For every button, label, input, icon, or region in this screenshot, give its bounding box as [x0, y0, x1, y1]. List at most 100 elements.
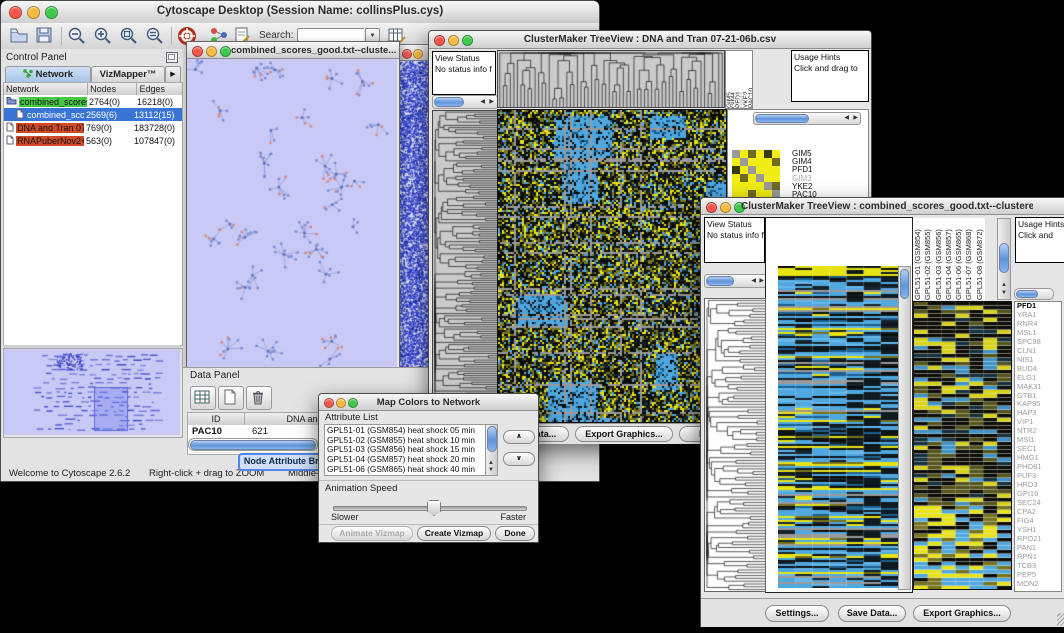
matrix-cell[interactable] — [756, 174, 764, 182]
matrix-cell[interactable] — [756, 158, 764, 166]
network-view-title-bar[interactable]: combined_scores_good.txt--cluste... — [187, 42, 399, 59]
matrix-cell[interactable] — [748, 182, 756, 190]
col-network[interactable]: Network — [4, 83, 88, 95]
open-file-icon[interactable] — [9, 26, 31, 46]
close-icon[interactable] — [192, 46, 203, 57]
tv2-global-heatmap[interactable] — [778, 266, 898, 588]
zoom-out-icon[interactable] — [67, 26, 89, 46]
network-overview-canvas[interactable] — [4, 349, 180, 435]
dense-network-canvas[interactable] — [399, 61, 430, 371]
matrix-cell[interactable] — [740, 166, 748, 174]
scroll-left-icon[interactable]: ◀ — [751, 278, 756, 284]
tv1-heatmap[interactable] — [497, 109, 727, 423]
data-panel-hscrollbar[interactable] — [188, 438, 318, 451]
matrix-cell[interactable] — [764, 182, 772, 190]
animate-vizmap-button[interactable]: Animate Vizmap — [331, 526, 413, 541]
network-row[interactable]: combined_scores2764(0)16218(0) — [4, 95, 182, 108]
matrix-cell[interactable] — [772, 158, 780, 166]
matrix-cell[interactable] — [772, 166, 780, 174]
export-graphics-button[interactable]: Export Graphics... — [913, 605, 1011, 622]
network-overview[interactable] — [3, 348, 183, 438]
save-icon[interactable] — [35, 26, 57, 46]
main-title-bar[interactable]: Cytoscape Desktop (Session Name: collins… — [1, 1, 599, 24]
scroll-left-icon[interactable]: ◀ — [480, 99, 485, 105]
matrix-cell[interactable] — [740, 150, 748, 158]
tv2-zoom-vscrollbar[interactable]: ▲ ▼ — [997, 218, 1011, 300]
zoom-window-icon[interactable] — [220, 46, 231, 57]
search-input[interactable] — [297, 28, 364, 42]
attribute-listbox[interactable]: GPL51-01 (GSM854) heat shock 05 minGPL51… — [324, 424, 498, 476]
matrix-cell[interactable] — [756, 150, 764, 158]
export-graphics-button[interactable]: Export Graphics... — [575, 426, 673, 442]
done-button[interactable]: Done — [495, 526, 535, 541]
close-icon[interactable] — [706, 202, 717, 213]
tv1-left-hscrollbar[interactable]: ◀ ▶ — [432, 95, 498, 109]
treeview1-title-bar[interactable]: ClusterMaker TreeView : DNA and Tran 07-… — [429, 31, 871, 49]
slider-thumb[interactable] — [427, 500, 441, 516]
float-panel-icon[interactable] — [166, 52, 178, 63]
zoom-in-icon[interactable] — [93, 26, 115, 46]
tv2-row-dendrogram[interactable] — [704, 298, 766, 592]
network-row[interactable]: DNA and Tran 07769(0)183728(0) — [4, 121, 182, 134]
dialog-title-bar[interactable]: Map Colors to Network — [319, 394, 538, 411]
matrix-cell[interactable] — [772, 150, 780, 158]
minimize-icon[interactable] — [206, 46, 217, 57]
scroll-left-icon[interactable]: ◀ — [844, 115, 849, 121]
zoom-fit-icon[interactable] — [119, 26, 141, 46]
matrix-cell[interactable] — [740, 182, 748, 190]
attribute-list-vscrollbar[interactable]: ▲ ▼ — [485, 425, 497, 475]
tv1-column-dendrogram[interactable] — [497, 50, 725, 108]
attribute-item[interactable]: GPL51-07 (GSM868) heat shock 60 min — [327, 475, 495, 476]
matrix-cell[interactable] — [732, 150, 740, 158]
scroll-right-icon[interactable]: ▶ — [759, 278, 764, 284]
col-edges[interactable]: Edges — [137, 83, 182, 95]
matrix-cell[interactable] — [764, 150, 772, 158]
tv2-left-hscrollbar[interactable]: ◀ ▶ — [704, 274, 768, 288]
matrix-cell[interactable] — [748, 150, 756, 158]
minimize-icon[interactable] — [413, 49, 423, 59]
matrix-cell[interactable] — [732, 166, 740, 174]
create-vizmap-button[interactable]: Create Vizmap — [417, 526, 491, 541]
save-data-button[interactable]: Save Data... — [838, 605, 906, 622]
gene-label[interactable]: MON2 — [1017, 580, 1061, 589]
matrix-cell[interactable] — [732, 158, 740, 166]
settings-button[interactable]: Settings... — [765, 605, 829, 622]
table-view-icon[interactable] — [190, 386, 216, 410]
delete-attribute-trash-icon[interactable] — [246, 386, 272, 410]
matrix-cell[interactable] — [756, 182, 764, 190]
col-nodes[interactable]: Nodes — [88, 83, 137, 95]
move-down-button[interactable]: ∨ — [503, 452, 535, 466]
scroll-up-icon[interactable]: ▲ — [1001, 282, 1007, 288]
matrix-cell[interactable] — [764, 174, 772, 182]
matrix-cell[interactable] — [764, 158, 772, 166]
matrix-cell[interactable] — [764, 166, 772, 174]
tv1-cluster-matrix[interactable] — [732, 150, 780, 198]
animation-speed-slider[interactable] — [333, 500, 525, 514]
matrix-cell[interactable] — [772, 182, 780, 190]
scroll-down-icon[interactable]: ▼ — [1001, 290, 1007, 296]
tv2-global-vscrollbar[interactable] — [898, 266, 911, 590]
treeview2-title-bar[interactable]: ClusterMaker TreeView : combined_scores_… — [701, 198, 1064, 215]
tv2-gene-hscrollbar[interactable] — [1014, 288, 1054, 300]
scroll-right-icon[interactable]: ▶ — [853, 115, 858, 121]
matrix-cell[interactable] — [740, 174, 748, 182]
matrix-cell[interactable] — [732, 174, 740, 182]
scroll-up-icon[interactable]: ▲ — [488, 460, 494, 466]
scroll-right-icon[interactable]: ▶ — [489, 99, 494, 105]
new-attribute-icon[interactable] — [218, 386, 244, 410]
matrix-cell[interactable] — [748, 166, 756, 174]
scroll-down-icon[interactable]: ▼ — [488, 467, 494, 473]
tv2-zoom-heatmap[interactable] — [913, 301, 1012, 590]
network-row[interactable]: RNAPuberNov2+563(0)107847(0) — [4, 134, 182, 147]
network-row[interactable]: combined_sco2569(6)13112(15) — [4, 108, 182, 121]
tab-network[interactable]: Network — [5, 66, 91, 83]
move-up-button[interactable]: ∧ — [503, 430, 535, 444]
close-icon[interactable] — [402, 49, 412, 59]
minimize-icon[interactable] — [720, 202, 731, 213]
network-view-canvas[interactable] — [187, 59, 397, 371]
resize-grip[interactable] — [1057, 613, 1064, 626]
col-id[interactable]: ID — [188, 413, 245, 425]
matrix-cell[interactable] — [748, 174, 756, 182]
tv1-row-dendrogram[interactable] — [432, 110, 498, 422]
tv1-zoom-hscrollbar[interactable]: ◀ ▶ — [753, 112, 861, 125]
